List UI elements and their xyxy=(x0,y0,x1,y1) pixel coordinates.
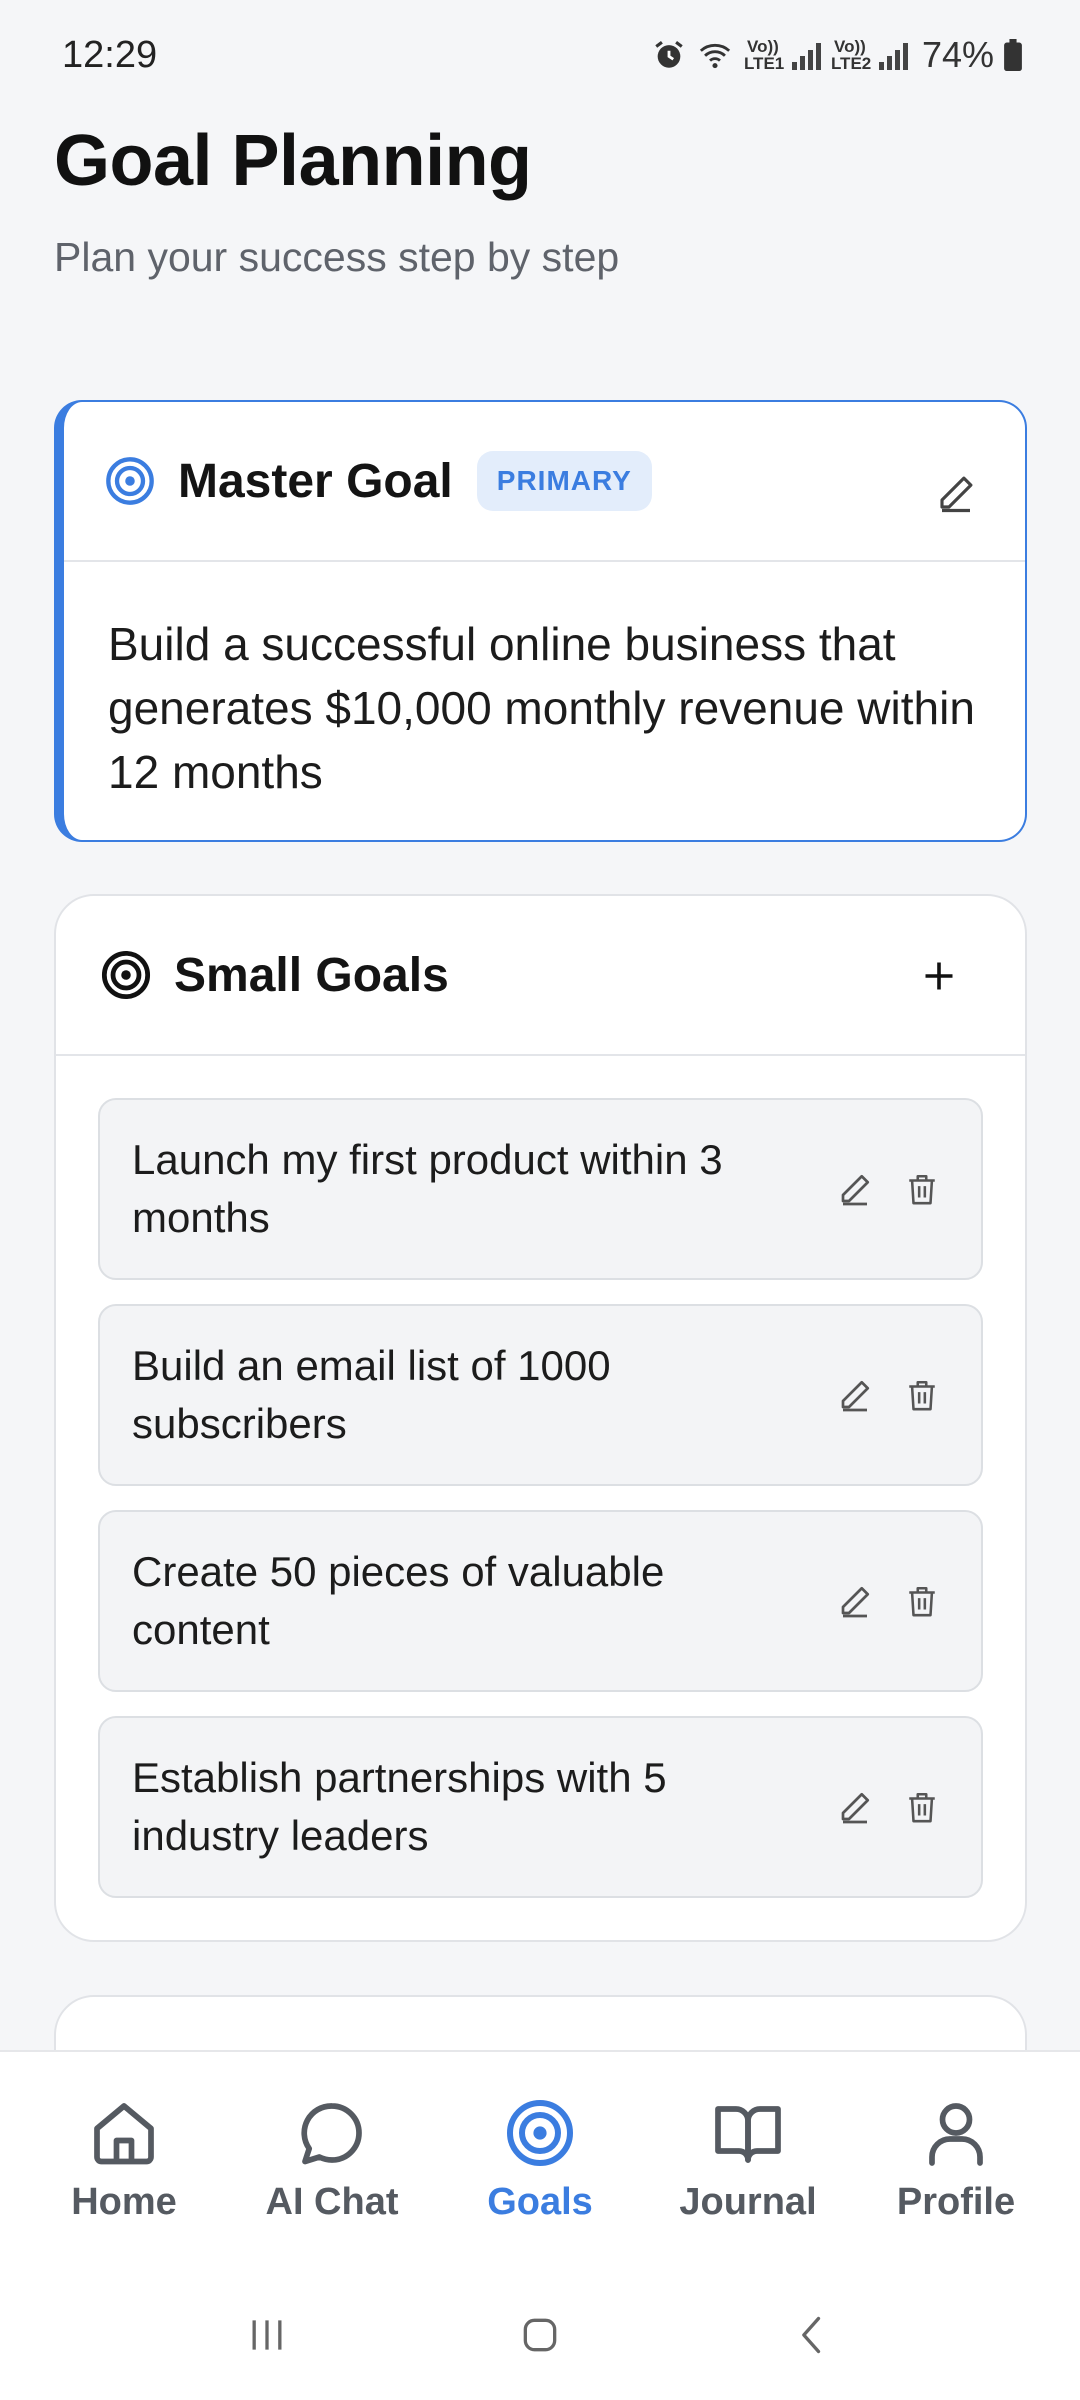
goal-text: Create 50 pieces of valuable content xyxy=(132,1548,665,1653)
master-goal-title: Master Goal xyxy=(178,454,453,508)
add-small-goal-button[interactable] xyxy=(909,946,969,1006)
small-goals-card: Small Goals Launch my first product with… xyxy=(54,894,1027,1942)
sim1-label: Vo)) LTE1 xyxy=(743,37,785,73)
home-icon xyxy=(94,2103,154,2165)
nav-label: Journal xyxy=(679,2181,817,2223)
master-goal-description: Build a successful online business that … xyxy=(108,618,975,798)
user-icon xyxy=(929,2103,983,2166)
nav-ai-chat[interactable]: AI Chat xyxy=(232,2097,432,2270)
nav-goals[interactable]: Goals xyxy=(440,2097,640,2270)
list-item[interactable]: Launch my first product within 3 months xyxy=(98,1098,983,1280)
primary-badge: PRIMARY xyxy=(476,451,652,511)
nav-home[interactable]: Home xyxy=(24,2097,224,2270)
nav-label: Home xyxy=(71,2181,177,2223)
nav-label: Goals xyxy=(487,2181,593,2223)
status-bar: 12:29 Vo)) LTE1 Vo)) LTE2 74% xyxy=(0,0,1080,110)
nav-label: Profile xyxy=(896,2181,1016,2223)
list-item[interactable]: Establish partnerships with 5 industry l… xyxy=(98,1716,983,1898)
status-time: 12:29 xyxy=(62,33,158,76)
signal-icon xyxy=(791,40,821,70)
signal-icon xyxy=(878,40,908,70)
system-nav-bar xyxy=(0,2270,1080,2400)
goal-actions xyxy=(837,1306,939,1484)
trash-icon[interactable] xyxy=(905,1171,939,1207)
plus-icon xyxy=(925,962,953,990)
goal-actions xyxy=(837,1512,939,1690)
bottom-nav: Home AI Chat Goals Journal Profile xyxy=(0,2050,1080,2270)
goal-text: Establish partnerships with 5 industry l… xyxy=(132,1754,667,1859)
edit-icon[interactable] xyxy=(837,1171,873,1207)
master-goal-header: Master Goal PRIMARY xyxy=(64,402,1025,562)
edit-icon[interactable] xyxy=(837,1583,873,1619)
list-item[interactable]: Build an email list of 1000 subscribers xyxy=(98,1304,983,1486)
nav-journal[interactable]: Journal xyxy=(648,2097,848,2270)
page-subtitle: Plan your success step by step xyxy=(54,234,620,280)
status-icons: Vo)) LTE1 Vo)) LTE2 74% xyxy=(652,34,1022,76)
goal-actions xyxy=(837,1718,939,1896)
edit-icon[interactable] xyxy=(837,1377,873,1413)
book-icon xyxy=(715,2106,781,2163)
target-icon xyxy=(106,457,154,505)
trash-icon[interactable] xyxy=(905,1583,939,1619)
small-goals-title: Small Goals xyxy=(174,948,449,1002)
edit-master-goal-button[interactable] xyxy=(935,472,977,514)
trash-icon[interactable] xyxy=(905,1789,939,1825)
home-button-icon[interactable] xyxy=(518,2313,562,2357)
small-goals-list: Launch my first product within 3 months … xyxy=(56,1056,1025,1898)
nav-profile[interactable]: Profile xyxy=(856,2097,1056,2270)
chat-icon xyxy=(301,2103,362,2165)
edit-icon[interactable] xyxy=(837,1789,873,1825)
battery-icon xyxy=(1004,39,1022,71)
wifi-icon xyxy=(699,43,731,69)
target-icon xyxy=(507,2100,573,2166)
goal-text: Launch my first product within 3 months xyxy=(132,1136,723,1241)
nav-label: AI Chat xyxy=(265,2181,399,2223)
target-icon xyxy=(101,950,151,1000)
sim2-label: Vo)) LTE2 xyxy=(830,37,872,73)
goal-text: Build an email list of 1000 subscribers xyxy=(132,1342,611,1447)
back-icon[interactable] xyxy=(791,2313,835,2357)
battery-percent: 74% xyxy=(921,34,994,75)
master-goal-card: Master Goal PRIMARY Build a successful o… xyxy=(54,400,1027,842)
small-goals-header: Small Goals xyxy=(56,896,1025,1056)
goal-actions xyxy=(837,1100,939,1278)
page-title: Goal Planning xyxy=(54,121,532,201)
trash-icon[interactable] xyxy=(905,1377,939,1413)
list-item[interactable]: Create 50 pieces of valuable content xyxy=(98,1510,983,1692)
alarm-icon xyxy=(655,41,683,68)
recent-apps-icon[interactable] xyxy=(245,2313,289,2357)
